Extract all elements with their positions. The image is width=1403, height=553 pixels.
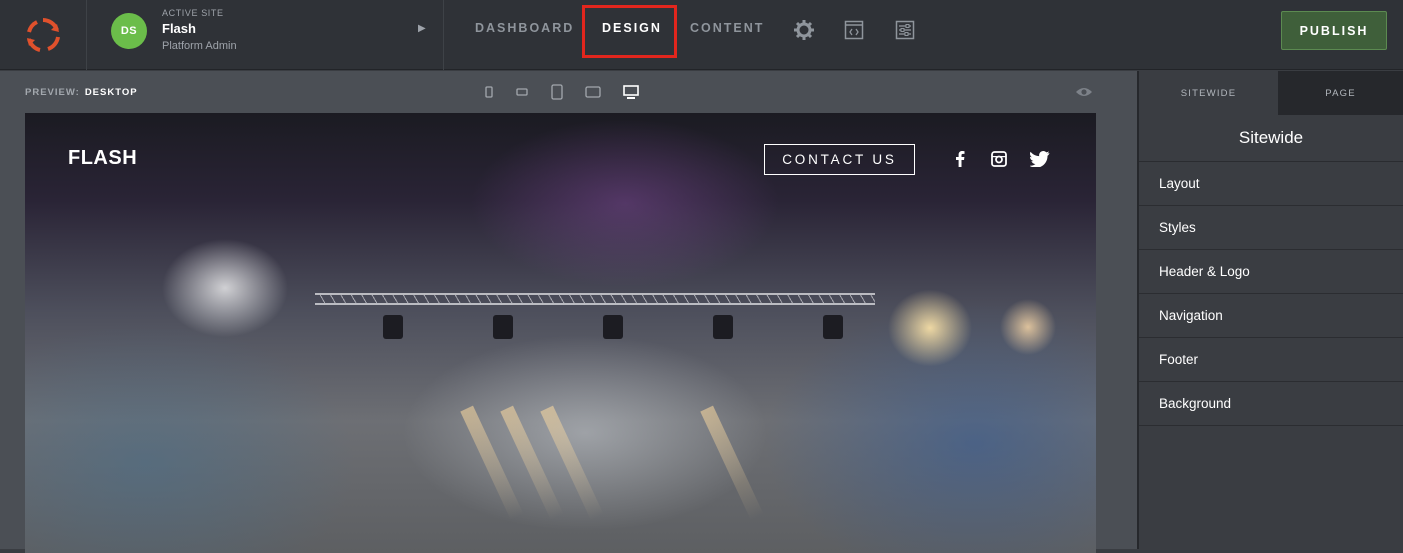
contact-us-button[interactable]: CONTACT US: [764, 144, 915, 175]
gear-icon[interactable]: [793, 19, 815, 41]
instagram-icon[interactable]: [989, 149, 1009, 169]
stage-light: [713, 315, 733, 339]
preview-mode-label: PREVIEW: DESKTOP: [25, 87, 138, 98]
code-window-icon[interactable]: [843, 19, 865, 41]
tab-page[interactable]: PAGE: [1278, 71, 1403, 115]
light-beam: [700, 405, 764, 521]
tablet-portrait-icon[interactable]: [549, 84, 565, 100]
publish-button[interactable]: PUBLISH: [1281, 11, 1387, 50]
tablet-landscape-icon[interactable]: [584, 84, 602, 100]
active-site-selector[interactable]: DS ACTIVE SITE Flash Platform Admin ▶: [87, 0, 444, 70]
preview-label: PREVIEW:: [25, 87, 80, 98]
sidebar-item-background[interactable]: Background: [1139, 382, 1403, 426]
desktop-icon[interactable]: [622, 84, 640, 100]
preview-area: PREVIEW: DESKTOP FLASH CONTACT US: [0, 71, 1137, 553]
sidebar-menu: Layout Styles Header & Logo Navigation F…: [1139, 162, 1403, 426]
active-site-label: ACTIVE SITE: [162, 8, 224, 18]
tab-sitewide[interactable]: SITEWIDE: [1139, 71, 1278, 115]
preview-mode-value: DESKTOP: [84, 87, 138, 98]
site-preview-frame: FLASH CONTACT US: [25, 113, 1096, 553]
nav-design[interactable]: DESIGN: [602, 21, 662, 39]
phone-portrait-icon[interactable]: [484, 84, 494, 100]
nav-dashboard[interactable]: DASHBOARD: [475, 21, 574, 39]
phone-landscape-icon[interactable]: [514, 84, 530, 100]
sliders-icon[interactable]: [894, 19, 916, 41]
app-logo[interactable]: [0, 0, 87, 70]
avatar: DS: [111, 13, 147, 49]
site-brand[interactable]: FLASH: [68, 147, 137, 170]
top-bar: DS ACTIVE SITE Flash Platform Admin ▶ DA…: [0, 0, 1403, 70]
nav-content[interactable]: CONTENT: [690, 21, 764, 39]
stage-light: [383, 315, 403, 339]
stage-truss: [315, 293, 875, 305]
design-sidebar: SITEWIDE PAGE Sitewide Layout Styles Hea…: [1137, 71, 1403, 549]
sidebar-title: Sitewide: [1139, 115, 1403, 162]
sidebar-empty-area: [1139, 426, 1403, 549]
sidebar-item-navigation[interactable]: Navigation: [1139, 294, 1403, 338]
sidebar-item-footer[interactable]: Footer: [1139, 338, 1403, 382]
stage-light: [823, 315, 843, 339]
stage-light: [493, 315, 513, 339]
sidebar-item-header-logo[interactable]: Header & Logo: [1139, 250, 1403, 294]
site-name: Flash: [162, 21, 196, 36]
sidebar-item-styles[interactable]: Styles: [1139, 206, 1403, 250]
expand-arrow-icon[interactable]: ▶: [418, 23, 426, 34]
refresh-cycle-icon: [27, 18, 60, 52]
user-role: Platform Admin: [162, 40, 237, 52]
facebook-icon[interactable]: [950, 149, 970, 169]
stage-light: [603, 315, 623, 339]
twitter-icon[interactable]: [1030, 149, 1050, 169]
eye-icon[interactable]: [1075, 85, 1093, 103]
sidebar-item-layout[interactable]: Layout: [1139, 162, 1403, 206]
